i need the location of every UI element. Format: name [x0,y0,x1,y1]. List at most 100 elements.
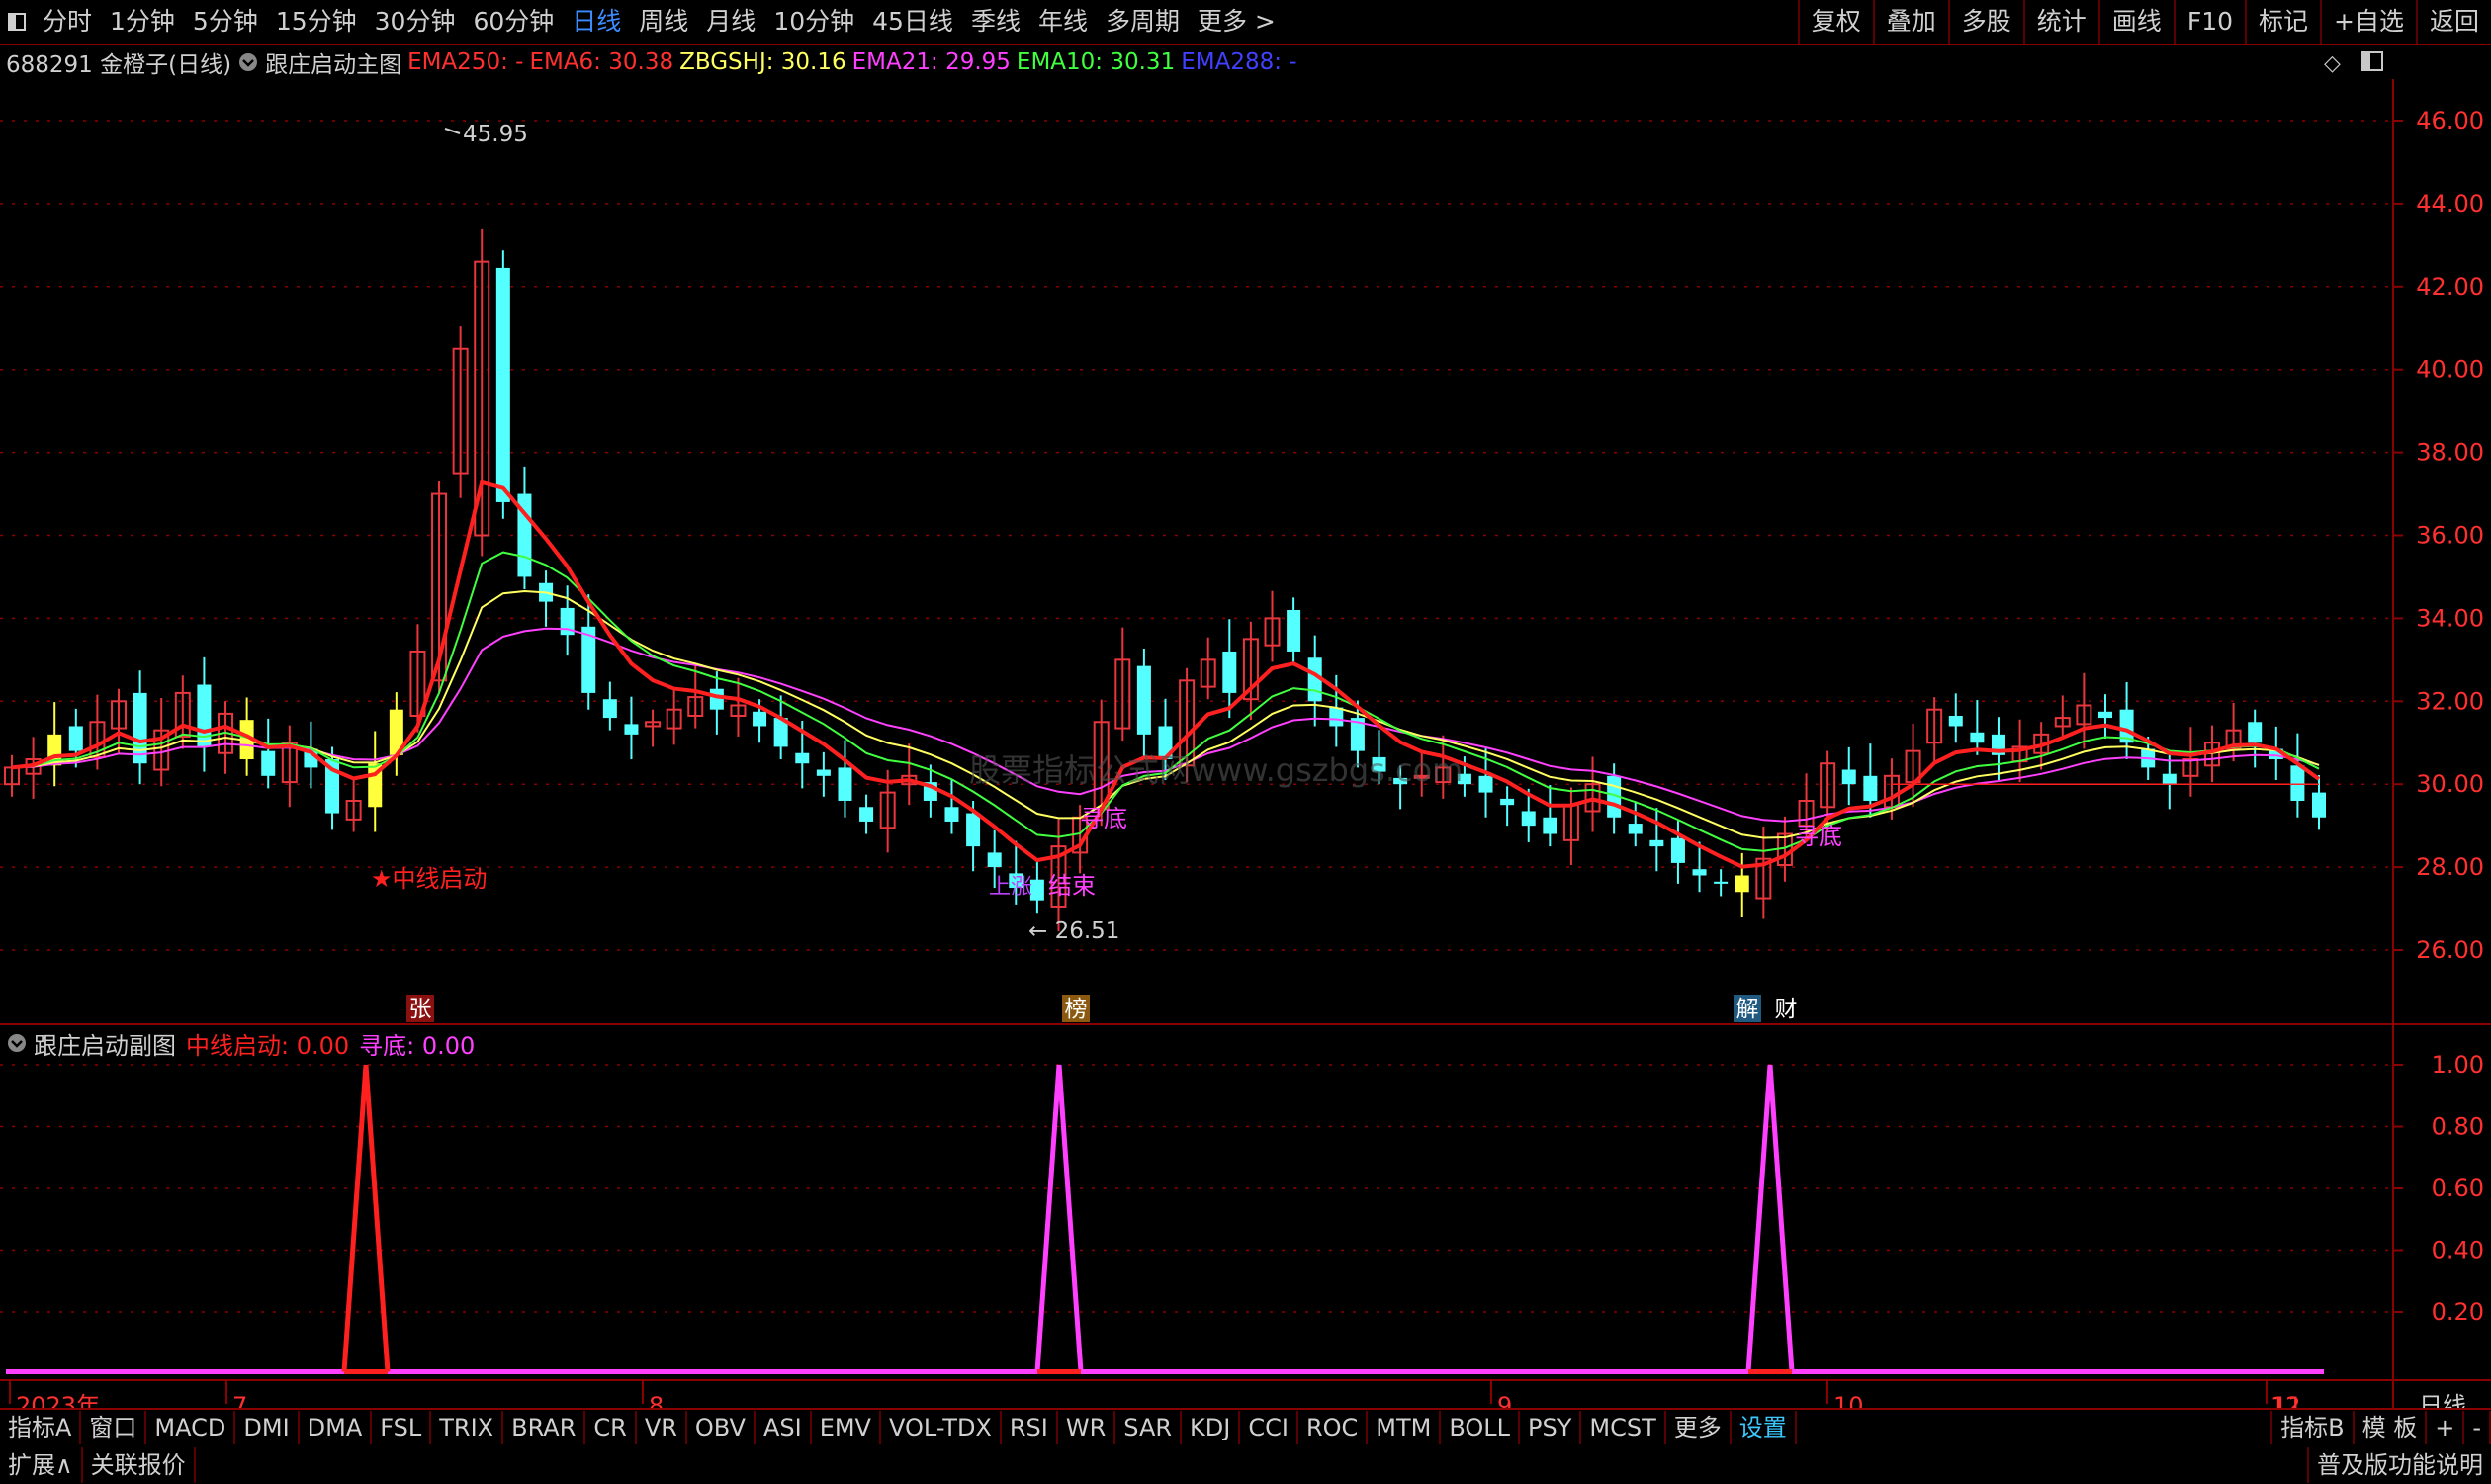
tab-right-1[interactable]: 模 板 [2355,1411,2428,1444]
period-5[interactable]: 60分钟 [464,0,563,44]
indicator-tab-12[interactable]: EMV [812,1411,881,1444]
toolbar-button-8[interactable]: 返回 [2415,0,2491,44]
indicator-tab-13[interactable]: VOL-TDX [881,1411,1002,1444]
event-mark: 财 [1775,997,1798,1022]
tab-right-0[interactable]: 指标B [2272,1411,2355,1444]
seek-bottom-value: 寻底: 0.00 [359,1031,476,1060]
event-mark: 解 [1736,997,1759,1022]
zbgshj-value: ZBGSHJ: 30.16 [679,49,846,75]
candle-body [816,769,831,776]
candle-body [1841,769,1856,785]
indicator-tab-5[interactable]: FSL [372,1411,432,1444]
sub-indicator-menu-icon[interactable] [6,1032,28,1054]
period-0[interactable]: 分时 [34,0,101,44]
candle-body [1521,811,1536,827]
main-indicator-name[interactable]: 跟庄启动主图 [265,45,401,79]
diamond-icon[interactable]: ◇ [2324,51,2341,76]
rise-label: 上涨 [989,875,1032,900]
indicator-menu-icon[interactable] [237,51,259,73]
low-price-label: ← 26.51 [1028,918,1119,944]
indicator-tab-4[interactable]: DMA [300,1411,373,1444]
indicator-tab-10[interactable]: OBV [687,1411,756,1444]
period-1[interactable]: 1分钟 [101,0,184,44]
indicator-tab-16[interactable]: SAR [1115,1411,1183,1444]
help-link[interactable]: 普及版功能说明 [2307,1446,2491,1483]
sub-indicator-title[interactable]: 跟庄启动副图 [34,1026,176,1061]
indicator-tabs: 指标A 窗口 MACD DMI DMA FSL TRIX BRAR CR VR OBV ASI EMV V… [0,1408,2491,1447]
indicator-tab-14[interactable]: RSI [1002,1411,1058,1444]
ema10-value: EMA10: 30.31 [1016,49,1176,75]
indicator-tab-3[interactable]: DMI [235,1411,300,1444]
period-13[interactable]: 多周期 [1097,0,1189,44]
candle-body [838,767,852,801]
period-7[interactable]: 周线 [630,0,697,44]
indicator-tab-20[interactable]: MTM [1368,1411,1442,1444]
toolbar-button-3[interactable]: 统计 [2022,0,2098,44]
price-tick-label: 44.00 [2416,190,2484,218]
price-tick-label: 32.00 [2416,687,2484,715]
indicator-tab-24[interactable]: 更多 [1666,1411,1732,1444]
period-12[interactable]: 年线 [1029,0,1097,44]
indicator-tab-9[interactable]: VR [637,1411,687,1444]
indicator-tab-25[interactable]: 设置 [1732,1411,1797,1444]
indicator-tab-21[interactable]: BOLL [1441,1411,1521,1444]
toolbar-button-6[interactable]: 标记 [2245,0,2320,44]
toolbar-button-7[interactable]: +自选 [2320,0,2416,44]
event-mark: 张 [409,997,432,1022]
period-10[interactable]: 45日线 [863,0,962,44]
toolbar-button-4[interactable]: 画线 [2097,0,2174,44]
toolbar-button-0[interactable]: 复权 [1797,0,1873,44]
toolbar-button-2[interactable]: 多股 [1947,0,2023,44]
time-label: 2023年 [16,1392,100,1408]
period-4[interactable]: 30分钟 [366,0,465,44]
period-8[interactable]: 月线 [697,0,764,44]
candle-body [944,807,959,822]
indicator-tab-6[interactable]: TRIX [431,1411,504,1444]
toolbar-button-1[interactable]: 叠加 [1872,0,1948,44]
indicator-tab-1[interactable]: 窗口 [81,1411,147,1444]
kline-chart[interactable]: 46.00 44.00 42.00 40.00 38.00 36.00 34.00 32.00… [0,79,2491,1408]
indicator-tab-18[interactable]: CCI [1240,1411,1298,1444]
price-tick-label: 36.00 [2416,522,2484,550]
period-9[interactable]: 10分钟 [764,0,863,44]
indicator-tab-19[interactable]: ROC [1298,1411,1369,1444]
price-tick-label: 38.00 [2416,439,2484,467]
indicator-tab-7[interactable]: BRAR [503,1411,586,1444]
candle-body [2162,773,2177,785]
price-tick-label: 26.00 [2416,936,2484,964]
window-menu-icon[interactable] [0,0,34,44]
sub-indicator-pane [6,1064,2324,1374]
sub-tick-label: 0.80 [2432,1113,2484,1141]
indicator-tab-22[interactable]: PSY [1520,1411,1582,1444]
period-11[interactable]: 季线 [962,0,1029,44]
indicator-tab-23[interactable]: MCST [1581,1411,1666,1444]
toolbar-button-5[interactable]: F10 [2173,0,2245,44]
panel-toggle-icon[interactable] [2361,51,2383,77]
indicator-tab-11[interactable]: ASI [756,1411,812,1444]
period-3[interactable]: 15分钟 [267,0,366,44]
related-quote-button[interactable]: 关联报价 [83,1446,196,1483]
candle-body [2312,792,2326,818]
indicator-tab-17[interactable]: KDJ [1182,1411,1241,1444]
time-label: 8 [649,1392,664,1408]
indicator-tab-0[interactable]: 指标A [0,1411,82,1444]
indicator-tab-2[interactable]: MACD [146,1411,236,1444]
candle-body [1136,665,1151,735]
candle-body [133,692,147,764]
sub-indicator-header: 跟庄启动副图 中线启动: 0.00 寻底: 0.00 [0,1026,475,1060]
seek-bottom-label-1: 寻底 [1080,805,1127,832]
indicator-tab-8[interactable]: CR [585,1411,637,1444]
start-signal-spike [341,1064,391,1372]
candle-body [1692,869,1707,876]
period-14[interactable]: 更多 > [1189,0,1285,44]
tab-right-2[interactable]: + [2427,1411,2465,1444]
seek-signal-spike-1 [1034,1064,1084,1372]
period-6[interactable]: 日线 [563,0,630,44]
tab-right-3[interactable]: - [2464,1411,2491,1444]
indicator-tab-15[interactable]: WR [1058,1411,1116,1444]
expand-button[interactable]: 扩展∧ [0,1446,83,1483]
period-2[interactable]: 5分钟 [184,0,267,44]
candle-body [966,813,981,847]
period-list: 分时 1分钟 5分钟 15分钟 30分钟 60分钟 日线 周线 月线 10分钟 45日线 季线 年线 多周… [34,0,1285,44]
time-label-12: 12 [2270,1392,2301,1408]
